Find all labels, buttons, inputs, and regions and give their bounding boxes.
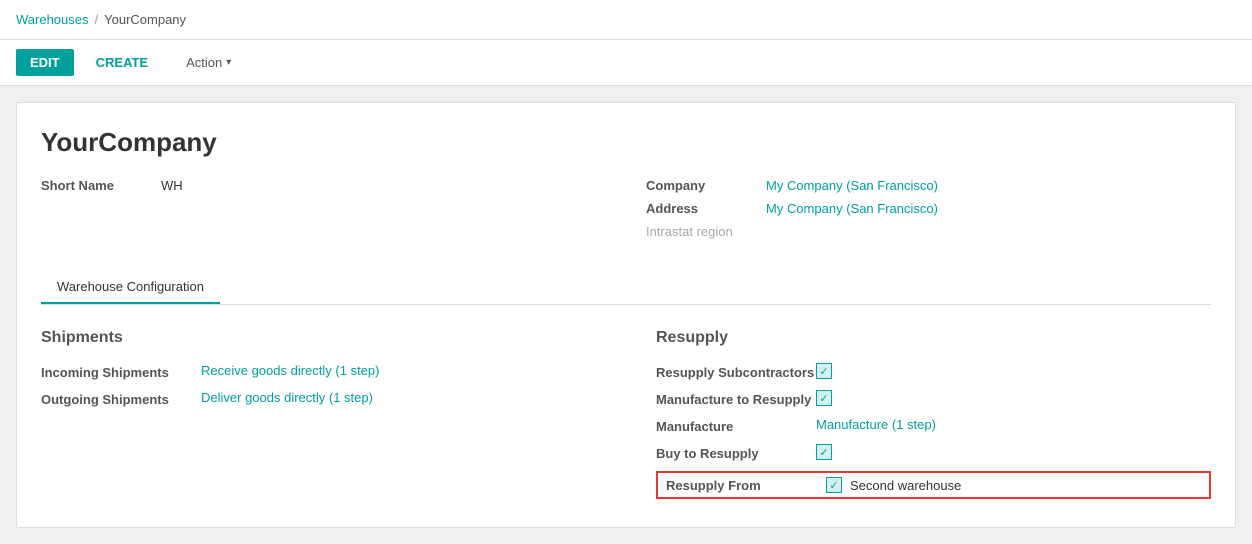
outgoing-shipments-label: Outgoing Shipments <box>41 390 201 407</box>
resupply-subcontractors-label: Resupply Subcontractors <box>656 363 816 380</box>
buy-resupply-row: Buy to Resupply ✓ <box>656 444 1211 461</box>
resupply-title: Resupply <box>656 329 1211 347</box>
address-label: Address <box>646 201 766 216</box>
breadcrumb-current: YourCompany <box>104 12 186 27</box>
breadcrumb: Warehouses / YourCompany <box>16 12 186 27</box>
address-row: Address My Company (San Francisco) <box>646 201 1211 216</box>
form-fields: Short Name WH Company My Company (San Fr… <box>41 178 1211 247</box>
tabs: Warehouse Configuration <box>41 271 1211 305</box>
resupply-from-value: ✓ Second warehouse <box>826 477 961 493</box>
buy-resupply-checkbox[interactable]: ✓ <box>816 444 832 460</box>
resupply-from-checkbox[interactable]: ✓ <box>826 477 842 493</box>
field-group-right: Company My Company (San Francisco) Addre… <box>646 178 1211 247</box>
create-button[interactable]: CREATE <box>82 49 162 76</box>
manufacture-resupply-row: Manufacture to Resupply ✓ <box>656 390 1211 407</box>
form-title: YourCompany <box>41 127 1211 158</box>
action-button[interactable]: Action ▾ <box>186 55 231 70</box>
edit-button[interactable]: EDIT <box>16 49 74 76</box>
manufacture-resupply-label: Manufacture to Resupply <box>656 390 816 407</box>
outgoing-shipments-row: Outgoing Shipments Deliver goods directl… <box>41 390 596 407</box>
intrastat-label: Intrastat region <box>646 224 766 239</box>
action-dropdown-arrow: ▾ <box>226 57 231 68</box>
field-group-left: Short Name WH <box>41 178 606 247</box>
buy-resupply-checkbox-cell: ✓ <box>816 444 832 460</box>
breadcrumb-warehouses-link[interactable]: Warehouses <box>16 12 89 27</box>
address-value[interactable]: My Company (San Francisco) <box>766 201 938 216</box>
incoming-shipments-label: Incoming Shipments <box>41 363 201 380</box>
incoming-shipments-row: Incoming Shipments Receive goods directl… <box>41 363 596 380</box>
tab-warehouse-configuration[interactable]: Warehouse Configuration <box>41 271 220 304</box>
manufacture-value[interactable]: Manufacture (1 step) <box>816 417 936 432</box>
outgoing-shipments-value[interactable]: Deliver goods directly (1 step) <box>201 390 373 405</box>
config-section: Shipments Incoming Shipments Receive goo… <box>41 329 1211 503</box>
top-bar: Warehouses / YourCompany EDIT CREATE Act… <box>0 0 1252 86</box>
shipments-section: Shipments Incoming Shipments Receive goo… <box>41 329 596 503</box>
shipments-title: Shipments <box>41 329 596 347</box>
intrastat-row: Intrastat region <box>646 224 1211 239</box>
toolbar: EDIT CREATE Action ▾ <box>0 40 1252 86</box>
resupply-from-label: Resupply From <box>666 478 826 493</box>
resupply-from-row: Resupply From ✓ Second warehouse <box>656 471 1211 499</box>
action-label: Action <box>186 55 222 70</box>
breadcrumb-separator: / <box>95 12 99 27</box>
company-row: Company My Company (San Francisco) <box>646 178 1211 193</box>
incoming-shipments-value[interactable]: Receive goods directly (1 step) <box>201 363 379 378</box>
manufacture-row: Manufacture Manufacture (1 step) <box>656 417 1211 434</box>
resupply-subcontractors-row: Resupply Subcontractors ✓ <box>656 363 1211 380</box>
manufacture-label: Manufacture <box>656 417 816 434</box>
company-label: Company <box>646 178 766 193</box>
short-name-value: WH <box>161 178 183 193</box>
resupply-from-warehouse: Second warehouse <box>850 478 961 493</box>
buy-resupply-label: Buy to Resupply <box>656 444 816 461</box>
short-name-row: Short Name WH <box>41 178 606 193</box>
short-name-label: Short Name <box>41 178 161 193</box>
main-content: YourCompany Short Name WH Company My Com… <box>16 102 1236 528</box>
manufacture-resupply-checkbox[interactable]: ✓ <box>816 390 832 406</box>
company-value[interactable]: My Company (San Francisco) <box>766 178 938 193</box>
resupply-subcontractors-checkbox[interactable]: ✓ <box>816 363 832 379</box>
resupply-section: Resupply Resupply Subcontractors ✓ Manuf… <box>656 329 1211 503</box>
manufacture-resupply-checkbox-cell: ✓ <box>816 390 832 406</box>
resupply-subcontractors-checkbox-cell: ✓ <box>816 363 832 379</box>
